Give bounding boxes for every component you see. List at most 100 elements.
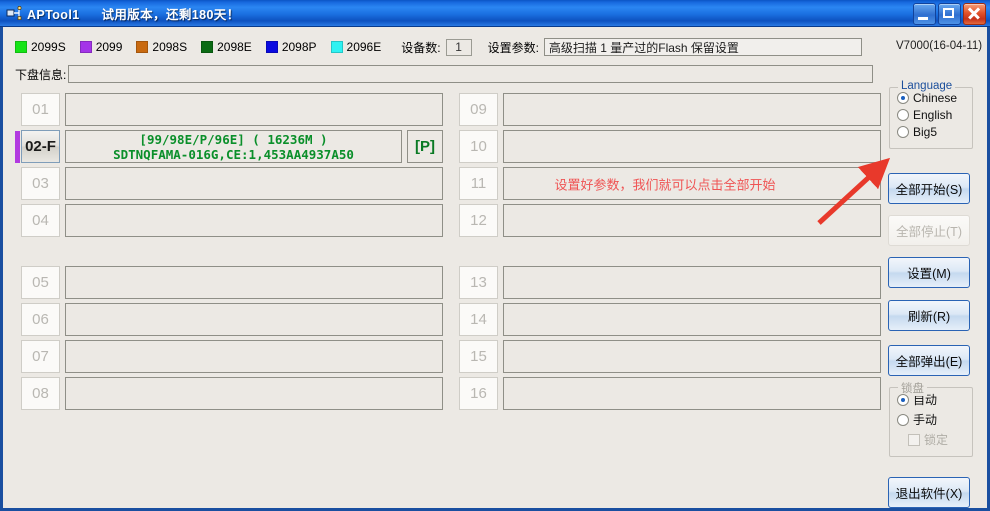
minimize-button[interactable]: [913, 3, 936, 25]
slot-number-button-12[interactable]: 12: [459, 204, 498, 237]
slot-info-field[interactable]: [503, 303, 881, 336]
language-option-english[interactable]: English: [897, 108, 972, 122]
slot-number-button-16[interactable]: 16: [459, 377, 498, 410]
slot-row: 10: [453, 128, 881, 165]
usb-device-icon: [5, 5, 23, 21]
slot-info-field[interactable]: [503, 204, 881, 237]
language-option-chinese[interactable]: Chinese: [897, 91, 972, 105]
radio-icon-english: [897, 109, 909, 121]
legend-label-2099s: 2099S: [31, 40, 66, 54]
slot-row: 16: [453, 375, 881, 412]
checkbox-icon-lock: [908, 433, 920, 446]
slot-badge: [P]: [407, 130, 443, 163]
slot-info-field[interactable]: [65, 167, 443, 200]
legend-item-2099s: 2099S: [15, 40, 66, 54]
lock-group: 锁盘 自动 手动 锁定: [889, 380, 973, 457]
slot-number-button-07[interactable]: 07: [21, 340, 60, 373]
slot-row: 03: [15, 165, 443, 202]
slot-number-button-04[interactable]: 04: [21, 204, 60, 237]
lock-checkbox-label: 锁定: [924, 433, 949, 447]
slot-number-button-15[interactable]: 15: [459, 340, 498, 373]
window-controls: [913, 3, 986, 25]
radio-icon-manual: [897, 413, 909, 426]
slot-info-field[interactable]: [99/98E/P/96E] ( 16236M ) SDTNQFAMA-016G…: [65, 130, 402, 163]
slot-number-button-11[interactable]: 11: [459, 167, 498, 200]
slot-status-marker: [453, 267, 458, 299]
slot-row: 13: [453, 264, 881, 301]
lock-label-manual: 手动: [913, 413, 938, 427]
slot-number-button-13[interactable]: 13: [459, 266, 498, 299]
slot-info-field[interactable]: [503, 130, 881, 163]
slot-row: 12: [453, 202, 881, 239]
slot-row: 11 设置好参数，我们就可以点击全部开始: [453, 165, 881, 202]
slot-info-field[interactable]: [65, 93, 443, 126]
slot-status-marker: [453, 304, 458, 336]
language-option-big5[interactable]: Big5: [897, 125, 972, 139]
version-label: V7000(16-04-11): [896, 40, 983, 52]
slot-number-button-09[interactable]: 09: [459, 93, 498, 126]
slot-info-field[interactable]: [65, 377, 443, 410]
lock-option-manual[interactable]: 手动: [897, 411, 972, 428]
legend-row: 2099S 2099 2098S 2098E 2098P 2096E 设备数: …: [15, 38, 862, 56]
slot-number-button-03[interactable]: 03: [21, 167, 60, 200]
slot-status-marker: [453, 341, 458, 373]
radio-icon-chinese: [897, 92, 909, 104]
settings-button[interactable]: 设置(M): [888, 257, 970, 288]
refresh-button[interactable]: 刷新(R): [888, 300, 970, 331]
slot-status-marker: [453, 205, 458, 237]
slot-status-marker: [453, 378, 458, 410]
maximize-button[interactable]: [938, 3, 961, 25]
window-title-subtitle: 试用版本，还剩180天！: [101, 7, 240, 22]
slot-info-field[interactable]: [503, 93, 881, 126]
legend-swatch-2096e: [330, 41, 343, 53]
device-count-label: 设备数:: [401, 40, 441, 55]
slot-number-button-01[interactable]: 01: [21, 93, 60, 126]
slot-status-marker: [15, 130, 20, 163]
eject-all-button[interactable]: 全部弹出(E): [888, 345, 970, 376]
disk-info-field[interactable]: [68, 65, 874, 83]
slot-info-field[interactable]: [503, 377, 881, 410]
lock-checkbox: 锁定: [908, 431, 972, 448]
legend-swatch-2098e: [201, 41, 214, 53]
slot-row: 02-F [99/98E/P/96E] ( 16236M ) SDTNQFAMA-…: [15, 128, 443, 165]
slot-number-button-14[interactable]: 14: [459, 303, 498, 336]
slot-info-field[interactable]: [65, 340, 443, 373]
slot-number-button-08[interactable]: 08: [21, 377, 60, 410]
slot-row: 15: [453, 338, 881, 375]
slot-info-field[interactable]: [65, 266, 443, 299]
exit-button[interactable]: 退出软件(X): [888, 477, 970, 508]
slot-number-button-06[interactable]: 06: [21, 303, 60, 336]
legend-label-2098p: 2098P: [281, 40, 317, 54]
language-label-english: English: [913, 108, 953, 122]
slot-status-marker: [15, 94, 20, 126]
start-all-button[interactable]: 全部开始(S): [888, 173, 970, 204]
slot-grid: 01 02-F [99/98E/P/96E] ( 16236M ) SDTNQFAM…: [15, 91, 881, 493]
param-value-field[interactable]: 高级扫描 1 量产过的Flash 保留设置: [543, 38, 862, 56]
slot-info-field[interactable]: 设置好参数，我们就可以点击全部开始: [503, 167, 881, 200]
slot-status-marker: [453, 94, 458, 126]
legend-label-2096e: 2096E: [346, 40, 382, 54]
param-label: 设置参数:: [487, 40, 539, 55]
legend-swatch-2099s: [15, 41, 27, 53]
disk-info-row: 下盘信息:: [15, 65, 874, 83]
legend-swatch-2099: [79, 41, 92, 53]
stop-all-button: 全部停止(T): [888, 215, 970, 246]
slot-row: 01: [15, 91, 443, 128]
application-window: APTool1 试用版本，还剩180天！ 2099S 2099 2098S 20…: [0, 0, 990, 511]
slot-status-marker: [15, 304, 20, 336]
slot-number-button-05[interactable]: 05: [21, 266, 60, 299]
legend-swatch-2098p: [265, 41, 278, 53]
slot-number-button-10[interactable]: 10: [459, 130, 498, 163]
slot-row: 08: [15, 375, 443, 412]
disk-info-label: 下盘信息:: [15, 67, 67, 82]
slot-row: 14: [453, 301, 881, 338]
slot-info-field[interactable]: [65, 204, 443, 237]
slot-info-field[interactable]: [65, 303, 443, 336]
annotation-text: 设置好参数，我们就可以点击全部开始: [554, 177, 776, 192]
slot-status-marker: [15, 341, 20, 373]
legend-item-2098e: 2098E: [201, 40, 252, 54]
slot-info-field[interactable]: [503, 266, 881, 299]
close-button[interactable]: [963, 3, 986, 25]
slot-number-button-02-f[interactable]: 02-F: [21, 130, 60, 163]
slot-info-field[interactable]: [503, 340, 881, 373]
